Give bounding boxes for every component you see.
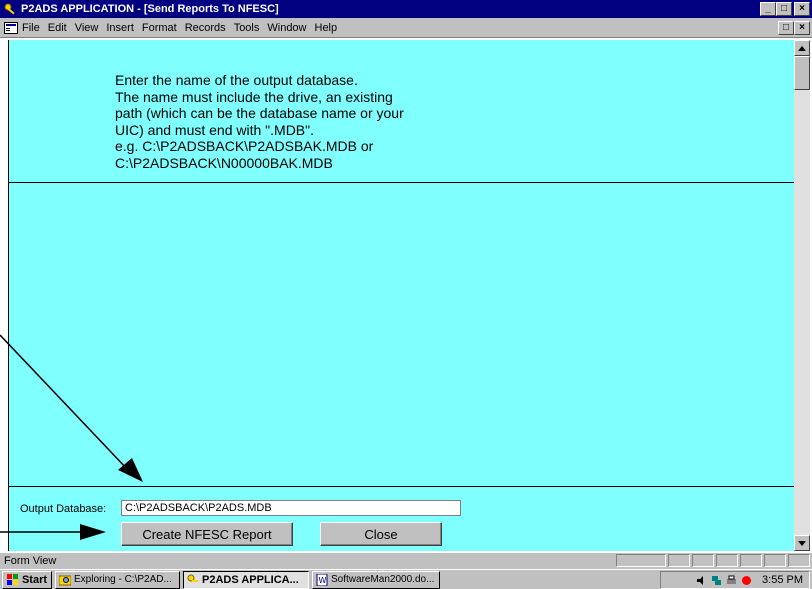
taskbar-item-label: Exploring - C:\P2AD... [74,574,172,585]
create-nfesc-report-button[interactable]: Create NFESC Report [121,522,293,546]
start-label: Start [21,573,48,586]
window-title: P2ADS APPLICATION - [Send Reports To NFE… [21,3,279,15]
taskbar-item-label: SoftwareMan2000.do... [331,574,435,585]
send-reports-form: Enter the name of the output database. T… [8,40,795,551]
system-tray: 3:55 PM [660,571,810,589]
taskbar-item-label: P2ADS APPLICA... [202,573,299,586]
close-button[interactable]: Close [320,522,442,546]
arrow-up-icon [798,45,806,51]
instructions-text: Enter the name of the output database. T… [115,72,475,171]
instruction-line: path (which can be the database name or … [115,105,404,121]
word-doc-icon: W [316,573,328,586]
windows-logo-icon [6,574,18,585]
minimize-button[interactable]: _ [760,2,776,16]
title-bar: P2ADS APPLICATION - [Send Reports To NFE… [0,0,812,18]
mdi-restore-button[interactable]: □ [778,21,794,35]
explorer-icon [59,575,71,585]
taskbar-item-exploring[interactable]: Exploring - C:\P2AD... [55,570,180,589]
instruction-line: The name must include the drive, an exis… [115,88,393,105]
start-button[interactable]: Start [2,570,52,589]
menu-bar: File Edit View Insert Format Records Too… [0,18,812,38]
close-window-button[interactable]: × [794,2,810,16]
network-icon [712,575,722,585]
status-panel [716,554,738,567]
status-panel [788,554,810,567]
status-panel [616,554,666,567]
app-key-icon [3,2,17,16]
instruction-line: Enter the name of the output database. [115,72,358,88]
menu-file[interactable]: File [22,22,40,34]
instruction-line: UIC) and must end with ".MDB". [115,121,315,138]
status-bar: Form View [0,553,812,569]
instruction-line: C:\P2ADSBACK\N00000BAK.MDB [115,154,333,171]
status-panel [764,554,786,567]
menu-records[interactable]: Records [185,22,226,34]
status-panel [740,554,762,567]
menu-tools[interactable]: Tools [234,22,260,34]
svg-text:W: W [319,576,327,585]
form-header: Enter the name of the output database. T… [9,40,795,183]
menu-insert[interactable]: Insert [106,22,134,34]
status-panel [668,554,690,567]
status-text: Form View [4,555,57,567]
scroll-down-button[interactable] [794,535,810,551]
output-database-label: Output Database: [20,503,107,515]
taskbar-item-p2ads[interactable]: P2ADS APPLICA... [183,570,309,589]
vertical-scrollbar[interactable] [794,40,810,551]
arrow-down-icon [798,540,806,546]
form-document-icon[interactable] [4,21,18,34]
menu-edit[interactable]: Edit [48,22,67,34]
form-footer: Output Database: Create NFESC Report Clo… [9,486,795,551]
clock[interactable]: 3:55 PM [762,574,803,586]
status-panel [692,554,714,567]
access-app-icon [187,574,198,582]
maximize-button[interactable]: □ [776,2,792,16]
screen: P2ADS APPLICATION - [Send Reports To NFE… [0,0,812,589]
mdi-close-button[interactable]: × [794,21,810,35]
printer-icon [727,575,737,584]
menu-format[interactable]: Format [142,22,177,34]
scroll-up-button[interactable] [794,40,810,56]
instruction-line: e.g. C:\P2ADSBACK\P2ADSBAK.MDB or [115,138,374,154]
output-database-input[interactable] [121,500,461,516]
taskbar-item-softwareman[interactable]: W SoftwareMan2000.do... [312,570,440,589]
menu-window[interactable]: Window [267,22,306,34]
taskbar: Start Exploring - C:\P2AD... P2ADS APPLI… [0,569,812,589]
menu-view[interactable]: View [75,22,99,34]
antivirus-icon [742,575,752,585]
speaker-icon [697,575,704,585]
menu-help[interactable]: Help [315,22,338,34]
scroll-thumb[interactable] [794,56,810,90]
